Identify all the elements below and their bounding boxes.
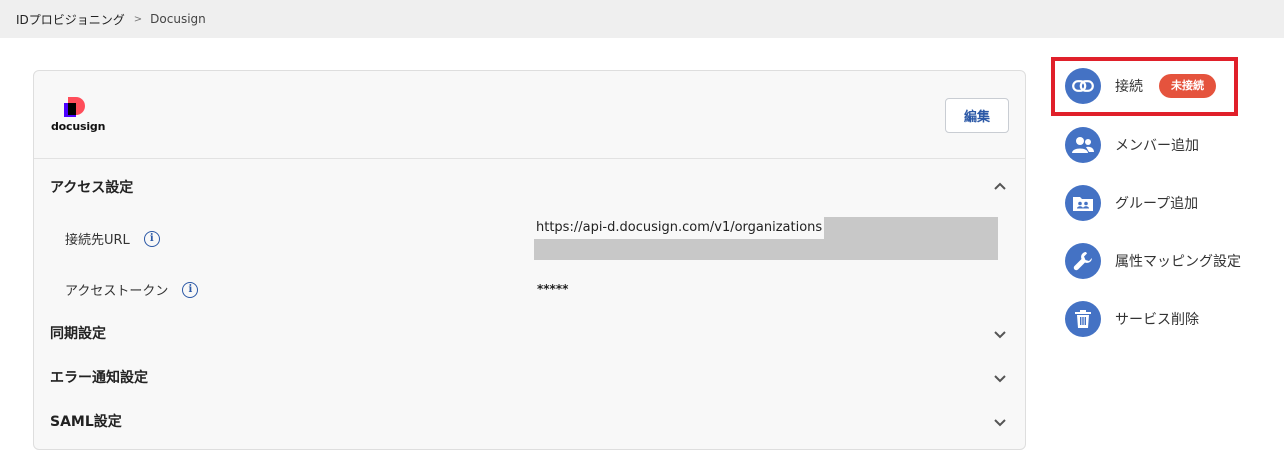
field-label-url: 接続先URL i	[65, 229, 160, 248]
group-folder-icon	[1065, 185, 1101, 221]
chevron-down-icon[interactable]	[992, 327, 1008, 343]
side-item-delete-service[interactable]: サービス削除	[1065, 301, 1199, 337]
side-item-label: サービス削除	[1115, 312, 1199, 328]
info-icon[interactable]: i	[182, 281, 199, 298]
docusign-logo-icon	[64, 97, 85, 117]
side-item-label: メンバー追加	[1115, 138, 1199, 154]
chevron-down-icon[interactable]	[992, 415, 1008, 431]
breadcrumb: IDプロビジョニング > Docusign	[0, 0, 1284, 38]
section-title-sync[interactable]: 同期設定	[50, 323, 106, 343]
token-value: *****	[537, 282, 569, 296]
docusign-logo-text: docusign	[51, 120, 106, 133]
url-label-text: 接続先URL	[65, 233, 130, 248]
field-label-token: アクセストークン i	[65, 280, 199, 299]
url-value-text: https://api-d.docusign.com/v1/organizati…	[534, 217, 825, 239]
trash-icon	[1065, 301, 1101, 337]
side-item-add-group[interactable]: グループ追加	[1065, 185, 1198, 221]
side-item-label: 属性マッピング設定	[1115, 254, 1241, 270]
section-title-access[interactable]: アクセス設定	[50, 177, 133, 197]
breadcrumb-root-link[interactable]: IDプロビジョニング	[16, 11, 125, 28]
edit-button[interactable]: 編集	[945, 98, 1009, 133]
card-header: docusign 編集	[34, 71, 1025, 159]
breadcrumb-separator: >	[133, 13, 143, 25]
people-icon	[1065, 127, 1101, 163]
token-label-text: アクセストークン	[65, 284, 169, 299]
chevron-up-icon[interactable]	[992, 178, 1008, 194]
side-item-label: グループ追加	[1115, 196, 1199, 212]
url-value-field: https://api-d.docusign.com/v1/organizati…	[534, 217, 998, 260]
chevron-down-icon[interactable]	[992, 371, 1008, 387]
docusign-logo: docusign	[51, 95, 105, 135]
section-title-saml[interactable]: SAML設定	[50, 411, 122, 431]
connect-highlight-box	[1051, 57, 1238, 116]
service-settings-card: docusign 編集 アクセス設定 接続先URL i https://api-…	[33, 70, 1026, 450]
breadcrumb-current: Docusign	[150, 12, 206, 26]
wrench-icon	[1065, 243, 1101, 279]
section-title-error[interactable]: エラー通知設定	[50, 367, 148, 387]
side-item-attribute-mapping[interactable]: 属性マッピング設定	[1065, 243, 1241, 279]
info-icon[interactable]: i	[143, 230, 160, 247]
side-item-add-member[interactable]: メンバー追加	[1065, 127, 1199, 163]
